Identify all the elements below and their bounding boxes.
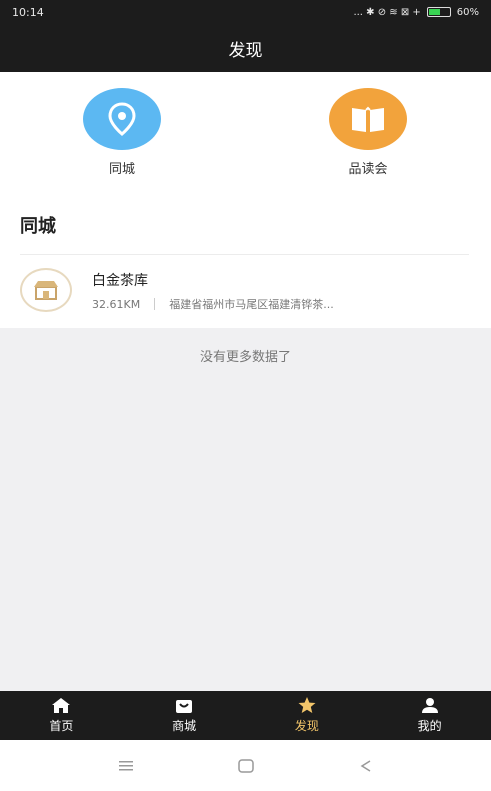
tab-home[interactable]: 首页	[0, 691, 123, 740]
status-time: 10:14	[12, 5, 44, 19]
status-icons: ... ✱ ⊘ ≋ ⊠ +	[353, 6, 421, 18]
tab-mine-label: 我的	[417, 719, 442, 733]
tab-discover-label: 发现	[294, 719, 319, 733]
shortcut-reading-club-circle	[329, 88, 407, 150]
tab-home-label: 首页	[49, 719, 74, 733]
shopping-bag-icon	[176, 700, 193, 713]
tab-discover[interactable]: 发现	[246, 691, 369, 740]
shortcut-reading-club-label: 品读会	[348, 162, 388, 177]
shop-name: 白金茶库	[92, 273, 148, 289]
bottom-tab-bar: 首页 商城 发现 我的	[0, 691, 491, 740]
discover-content: 同城 品读会 同城 白金茶库 32.61KM 福建省福州市马尾区福建清铧茶...	[0, 72, 491, 328]
page-title: 发现	[228, 40, 263, 61]
menu-icon	[118, 760, 133, 770]
status-bar: 10:14 ... ✱ ⊘ ≋ ⊠ + 60%	[0, 0, 491, 24]
shop-meta: 32.61KM 福建省福州市马尾区福建清铧茶...	[92, 296, 401, 312]
battery-icon	[426, 7, 451, 17]
status-indicators: ... ✱ ⊘ ≋ ⊠ + 60%	[353, 7, 479, 18]
user-icon	[421, 698, 438, 713]
tab-mall[interactable]: 商城	[123, 691, 246, 740]
home-button[interactable]	[226, 751, 266, 781]
section-divider	[20, 254, 469, 255]
back-icon	[360, 759, 370, 772]
system-nav-bar	[0, 740, 491, 791]
star-icon	[298, 697, 316, 713]
shortcut-same-city[interactable]: 同城	[77, 88, 167, 177]
home-icon	[52, 698, 71, 713]
section-title: 同城	[20, 216, 56, 237]
tab-mine[interactable]: 我的	[368, 691, 491, 740]
open-book-icon	[352, 106, 384, 132]
shop-logo	[20, 268, 72, 312]
shop-distance: 32.61KM	[92, 297, 141, 311]
list-end-message: 没有更多数据了	[199, 350, 291, 365]
storefront-icon	[34, 281, 58, 300]
location-pin-icon	[108, 102, 136, 136]
menu-button[interactable]	[106, 751, 146, 781]
list-item[interactable]: 白金茶库 32.61KM 福建省福州市马尾区福建清铧茶...	[0, 258, 491, 324]
back-button[interactable]	[346, 751, 386, 781]
shortcut-reading-club[interactable]: 品读会	[323, 88, 413, 177]
battery-percent: 60%	[456, 6, 479, 18]
meta-separator	[154, 298, 156, 310]
header: 发现	[0, 24, 491, 72]
home-square-icon	[237, 758, 254, 773]
tab-mall-label: 商城	[172, 719, 197, 733]
shortcut-same-city-circle	[83, 88, 161, 150]
battery-level-fill	[428, 9, 440, 15]
shortcut-same-city-label: 同城	[108, 162, 135, 177]
shop-address: 福建省福州市马尾区福建清铧茶...	[169, 298, 334, 311]
